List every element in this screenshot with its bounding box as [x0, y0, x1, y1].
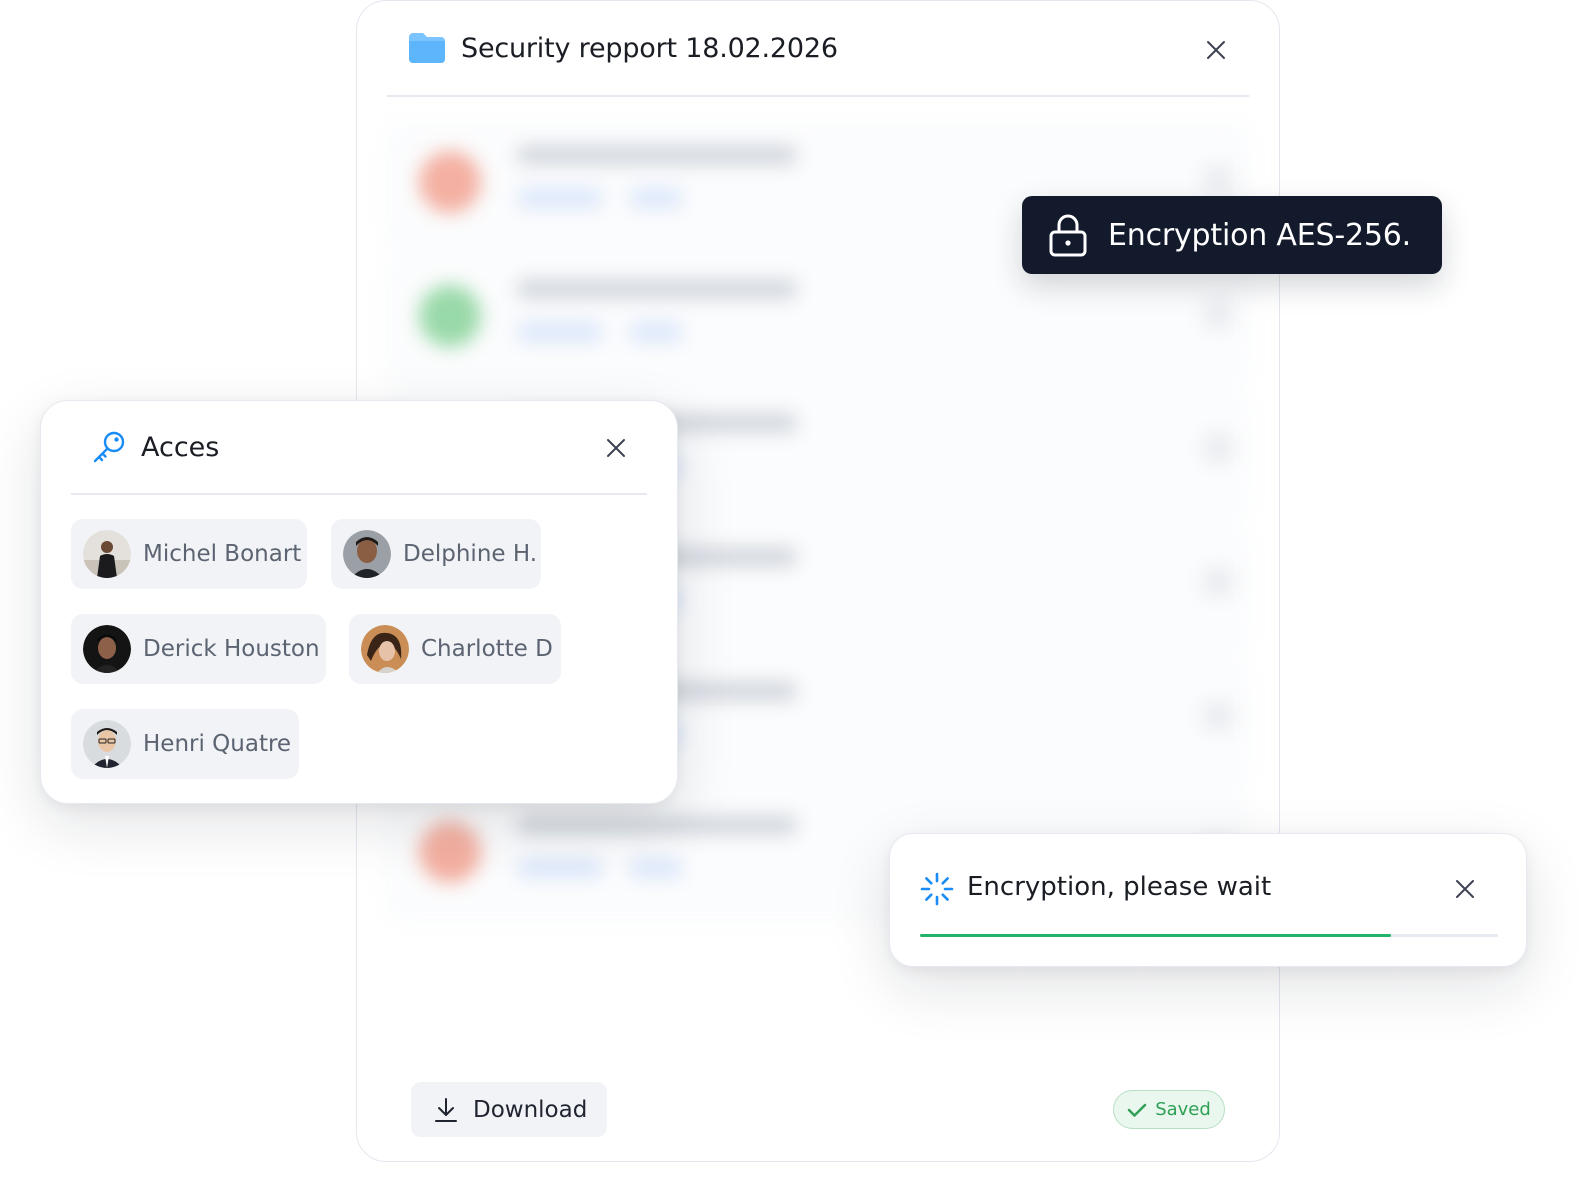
close-progress-button[interactable] [1450, 874, 1480, 904]
close-report-button[interactable] [1201, 35, 1231, 65]
saved-label: Saved [1155, 1099, 1211, 1120]
avatar [343, 530, 391, 578]
download-icon [435, 1097, 457, 1122]
user-chip-michel-bonart[interactable]: Michel Bonart [71, 519, 307, 589]
progress-fill [920, 934, 1392, 937]
access-panel: Acces Michel Bonart Delphine H. Derick H… [40, 400, 678, 804]
download-button[interactable]: Download [411, 1082, 607, 1137]
user-name: Derick Houston [143, 636, 320, 662]
close-access-button[interactable] [601, 433, 631, 463]
close-icon [1456, 880, 1474, 898]
avatar [83, 530, 131, 578]
list-item [383, 255, 1253, 389]
lock-icon [1049, 214, 1087, 257]
spinner-icon [920, 872, 954, 906]
avatar [83, 625, 131, 673]
report-header: Security repport 18.02.2026 [387, 1, 1249, 97]
close-icon [1207, 41, 1225, 59]
blurred-avatar [419, 285, 481, 347]
user-chip-charlotte-d[interactable]: Charlotte D [349, 614, 561, 684]
encryption-badge: Encryption AES-256. [1022, 196, 1442, 274]
encryption-progress-popup: Encryption, please wait [889, 833, 1527, 967]
user-name: Charlotte D [421, 636, 553, 662]
check-icon [1127, 1103, 1147, 1117]
stage: Security repport 18.02.2026 Download Sav… [0, 0, 1590, 1178]
progress-title: Encryption, please wait [967, 872, 1272, 902]
access-header: Acces [71, 401, 647, 495]
close-icon [607, 439, 625, 457]
key-icon [93, 431, 125, 463]
blurred-avatar [419, 821, 481, 883]
progress-bar [920, 934, 1498, 937]
user-name: Henri Quatre [143, 731, 292, 757]
report-title: Security repport 18.02.2026 [461, 32, 838, 64]
saved-status-badge: Saved [1113, 1090, 1225, 1129]
user-name: Delphine H. [403, 541, 538, 567]
user-chip-delphine-h[interactable]: Delphine H. [331, 519, 541, 589]
avatar [361, 625, 409, 673]
access-title: Acces [141, 431, 220, 463]
folder-icon [409, 33, 445, 63]
avatar [83, 720, 131, 768]
user-chip-henri-quatre[interactable]: Henri Quatre [71, 709, 299, 779]
encryption-label: Encryption AES-256. [1108, 217, 1411, 253]
blurred-avatar [419, 151, 481, 213]
download-label: Download [473, 1096, 588, 1123]
user-chip-derick-houston[interactable]: Derick Houston [71, 614, 326, 684]
user-name: Michel Bonart [143, 541, 302, 567]
